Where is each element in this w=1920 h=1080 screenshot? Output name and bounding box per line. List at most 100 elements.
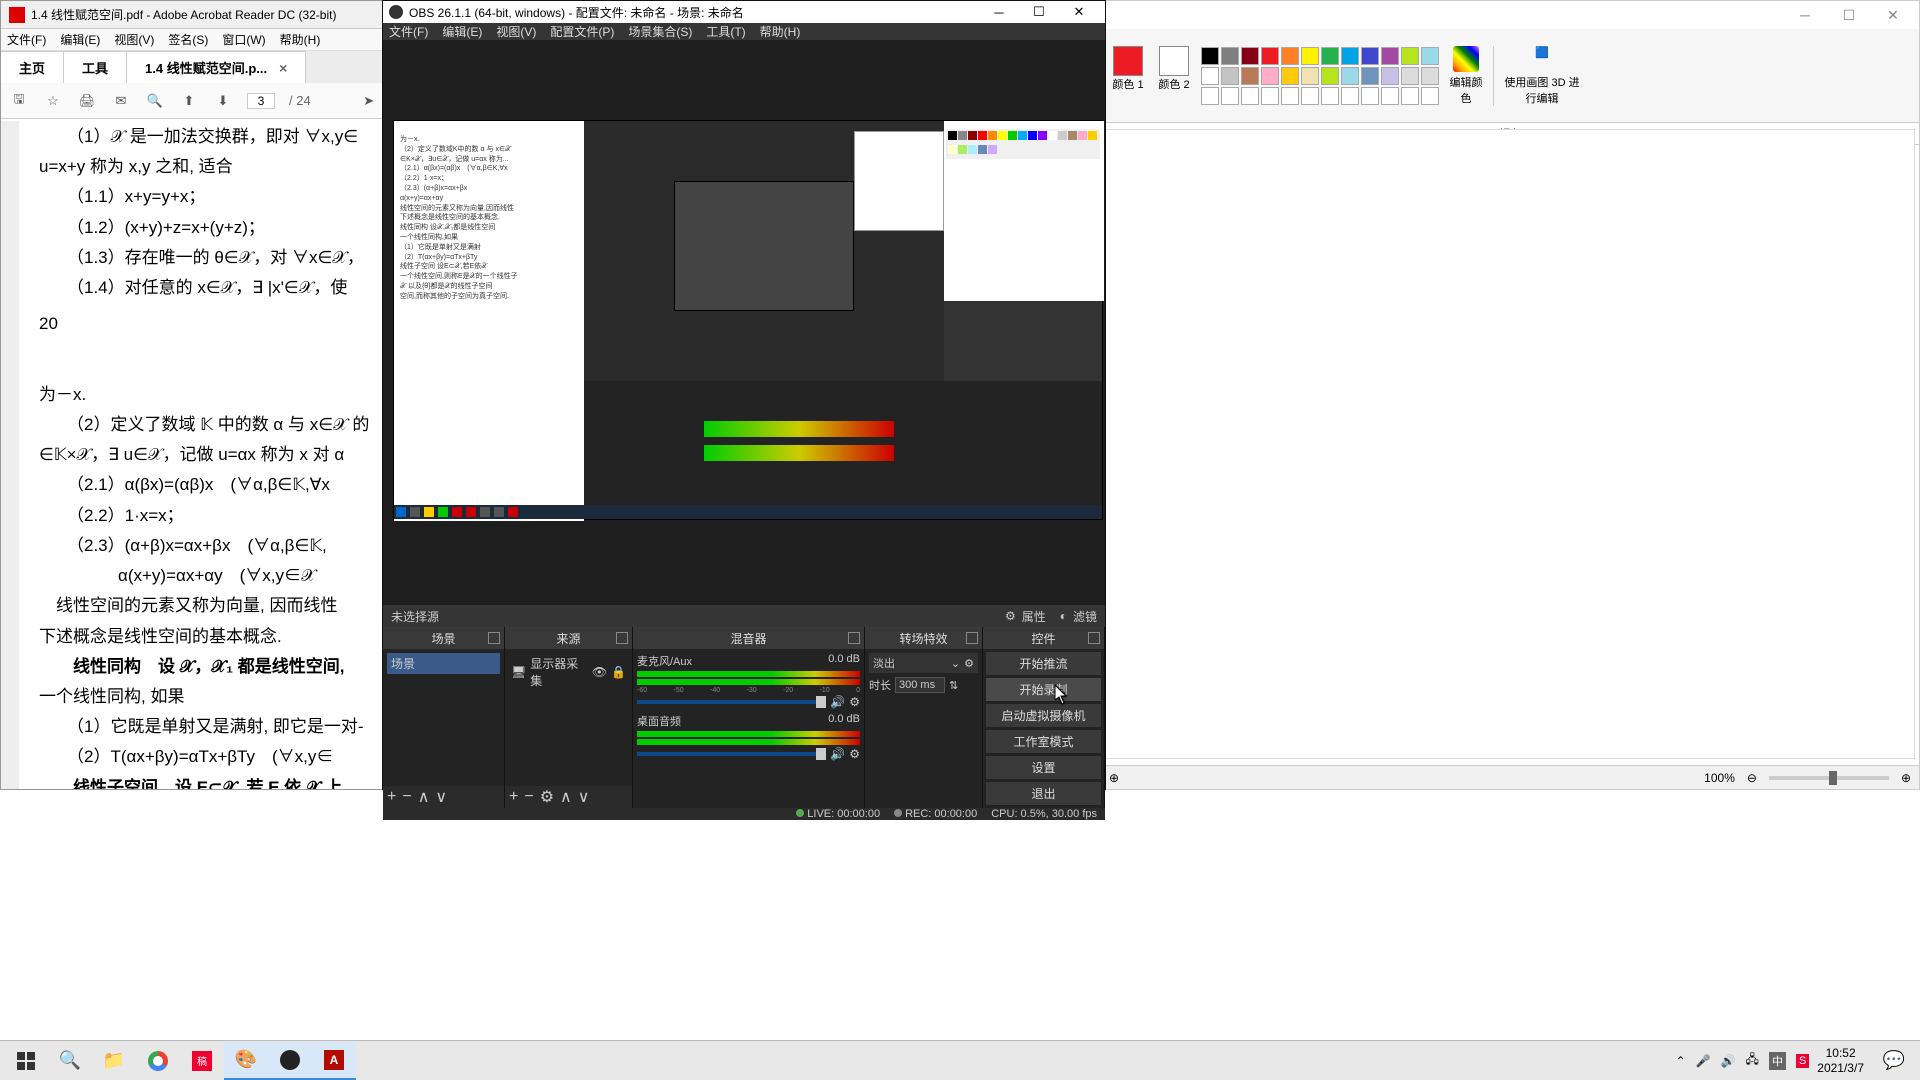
- chevron-up-icon[interactable]: ⌃: [1676, 1054, 1686, 1068]
- palette-color[interactable]: [1381, 47, 1399, 65]
- zoom-out-button[interactable]: ⊖: [1747, 771, 1757, 785]
- palette-color[interactable]: [1401, 87, 1419, 105]
- search-button[interactable]: 🔍: [48, 1042, 92, 1080]
- palette-color[interactable]: [1361, 87, 1379, 105]
- palette-color[interactable]: [1281, 67, 1299, 85]
- down-icon[interactable]: ⬇: [213, 91, 233, 111]
- gear-icon[interactable]: ⚙: [540, 787, 554, 807]
- notifications-button[interactable]: 💬: [1872, 1042, 1916, 1080]
- up-button[interactable]: ∧: [560, 787, 572, 807]
- palette-color[interactable]: [1221, 67, 1239, 85]
- palette-color[interactable]: [1221, 47, 1239, 65]
- popout-icon[interactable]: [488, 632, 500, 644]
- zoom-slider[interactable]: [1769, 776, 1889, 780]
- settings-button[interactable]: 设置: [985, 755, 1102, 780]
- palette-color[interactable]: [1421, 87, 1439, 105]
- gear-icon[interactable]: ⚙: [964, 657, 974, 670]
- palette-color[interactable]: [1321, 67, 1339, 85]
- start-streaming-button[interactable]: 开始推流: [985, 651, 1102, 676]
- studio-mode-button[interactable]: 工作室模式: [985, 729, 1102, 754]
- source-item[interactable]: 🖥 显示器采集 👁 🔒: [509, 653, 628, 691]
- menu-edit[interactable]: 编辑(E): [60, 31, 100, 48]
- pointer-icon[interactable]: ➤: [359, 91, 379, 111]
- popout-icon[interactable]: [616, 632, 628, 644]
- menu-edit[interactable]: 编辑(E): [442, 23, 482, 40]
- edit-colors-button[interactable]: 编辑颜色: [1447, 46, 1485, 106]
- palette-color[interactable]: [1321, 47, 1339, 65]
- mail-icon[interactable]: ✉: [111, 91, 131, 111]
- palette-color[interactable]: [1261, 47, 1279, 65]
- save-icon[interactable]: 🖫: [9, 91, 29, 111]
- speaker-icon[interactable]: 🔊: [830, 695, 845, 709]
- menu-profile[interactable]: 配置文件(P): [550, 23, 614, 40]
- menu-sign[interactable]: 签名(S): [168, 31, 208, 48]
- palette-color[interactable]: [1201, 67, 1219, 85]
- menu-view[interactable]: 视图(V): [496, 23, 536, 40]
- down-button[interactable]: ∨: [578, 787, 590, 807]
- palette-color[interactable]: [1341, 67, 1359, 85]
- up-button[interactable]: ∧: [418, 787, 430, 807]
- popout-icon[interactable]: [966, 632, 978, 644]
- zoom-in-button[interactable]: ⊕: [1901, 771, 1911, 785]
- popout-icon[interactable]: [848, 632, 860, 644]
- stepper-icon[interactable]: ⇅: [949, 679, 958, 692]
- tab-home[interactable]: 主页: [1, 51, 64, 83]
- volume-slider[interactable]: [637, 700, 826, 704]
- start-recording-button[interactable]: 开始录制: [985, 677, 1102, 702]
- palette-color[interactable]: [1281, 87, 1299, 105]
- palette-color[interactable]: [1321, 87, 1339, 105]
- palette-color[interactable]: [1401, 47, 1419, 65]
- palette-color[interactable]: [1341, 47, 1359, 65]
- close-button[interactable]: ✕: [1059, 1, 1099, 23]
- palette-color[interactable]: [1421, 47, 1439, 65]
- mic-icon[interactable]: 🎤: [1696, 1054, 1711, 1068]
- palette-color[interactable]: [1201, 47, 1219, 65]
- scene-item[interactable]: 场景: [387, 653, 500, 674]
- palette-color[interactable]: [1401, 67, 1419, 85]
- explorer-button[interactable]: 📁: [92, 1042, 136, 1080]
- transition-select[interactable]: 淡出 ⌄ ⚙: [869, 653, 978, 673]
- palette-color[interactable]: [1341, 87, 1359, 105]
- add-button[interactable]: +: [387, 788, 396, 806]
- maximize-button[interactable]: ☐: [1019, 1, 1059, 23]
- system-tray[interactable]: ⌃ 🎤 🔊 🖧 中 S: [1676, 1050, 1810, 1071]
- obs-button[interactable]: [268, 1042, 312, 1080]
- menu-help[interactable]: 帮助(H): [280, 31, 321, 48]
- up-icon[interactable]: ⬆: [179, 91, 199, 111]
- palette-color[interactable]: [1301, 87, 1319, 105]
- palette-color[interactable]: [1241, 47, 1259, 65]
- remove-button[interactable]: −: [524, 788, 533, 806]
- color-2[interactable]: 颜色 2: [1155, 46, 1193, 106]
- filter-icon[interactable]: ◐: [1060, 609, 1067, 623]
- palette-color[interactable]: [1201, 87, 1219, 105]
- minimize-button[interactable]: ─: [979, 1, 1019, 23]
- search-icon[interactable]: 🔍: [145, 91, 165, 111]
- obs-preview[interactable]: 为－x.（2）定义了数域K中的数 α 与 x∈𝒳∈K×𝒳，∃u∈𝒳，记做 u=α…: [383, 40, 1105, 605]
- palette-color[interactable]: [1261, 67, 1279, 85]
- palette-color[interactable]: [1301, 47, 1319, 65]
- gear-icon[interactable]: ⚙: [1005, 609, 1016, 623]
- gear-icon[interactable]: ⚙: [849, 747, 860, 761]
- properties-button[interactable]: 属性: [1022, 608, 1046, 625]
- acrobat-button[interactable]: A: [312, 1042, 356, 1080]
- close-button[interactable]: ✕: [1871, 3, 1915, 27]
- tab-file[interactable]: 1.4 线性赋范空间.p... ×: [127, 51, 306, 83]
- palette-color[interactable]: [1421, 67, 1439, 85]
- palette-color[interactable]: [1281, 47, 1299, 65]
- print-icon[interactable]: 🖨: [77, 91, 97, 111]
- menu-view[interactable]: 视图(V): [114, 31, 154, 48]
- exit-button[interactable]: 退出: [985, 781, 1102, 806]
- remove-button[interactable]: −: [402, 788, 411, 806]
- menu-file[interactable]: 文件(F): [389, 23, 428, 40]
- star-icon[interactable]: ☆: [43, 91, 63, 111]
- palette-color[interactable]: [1301, 67, 1319, 85]
- palette-color[interactable]: [1261, 87, 1279, 105]
- down-button[interactable]: ∨: [435, 787, 447, 807]
- app-button[interactable]: 稿: [180, 1042, 224, 1080]
- network-icon[interactable]: 🖧: [1746, 1050, 1759, 1071]
- paint-button[interactable]: 🎨: [224, 1042, 268, 1080]
- menu-file[interactable]: 文件(F): [7, 31, 46, 48]
- color-1[interactable]: 颜色 1: [1109, 46, 1147, 106]
- eye-icon[interactable]: 👁: [592, 665, 607, 679]
- popout-icon[interactable]: [1088, 632, 1100, 644]
